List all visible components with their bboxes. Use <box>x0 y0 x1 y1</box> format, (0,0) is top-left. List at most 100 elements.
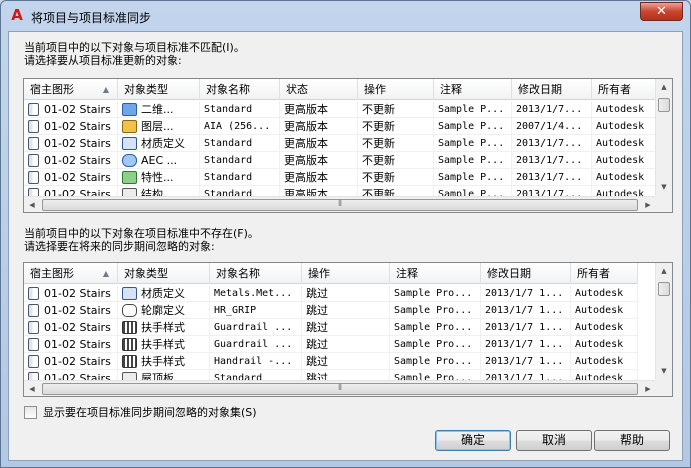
scroll-thumb[interactable]: ⦀ <box>42 383 638 395</box>
column-header[interactable]: 所有者 <box>592 79 656 100</box>
cell-note: Sample P... <box>434 118 512 134</box>
drawing-document-icon <box>28 170 39 184</box>
table-row[interactable]: 01-02 Stairs 特性... Standard 更高版本 不更新 Sample P… <box>24 169 656 186</box>
cell-name: Guardrail ... <box>210 319 302 335</box>
column-header[interactable]: 修改日期 <box>512 79 592 100</box>
cell-date: 2013/1/7... <box>512 169 592 185</box>
table-row[interactable]: 01-02 Stairs 材质定义 Standard 更高版本 不更新 Sample P.… <box>24 135 656 152</box>
horizontal-scrollbar[interactable]: ◀ ⦀ ▶ <box>24 380 656 396</box>
scroll-left-arrow-icon[interactable]: ◀ <box>24 381 40 396</box>
column-header[interactable]: 宿主图形 ▲ <box>24 79 118 100</box>
column-header[interactable]: 对象类型 <box>118 79 200 100</box>
scroll-right-arrow-icon[interactable]: ▶ <box>640 197 656 212</box>
cell-status: 更高版本 <box>280 118 358 134</box>
vertical-scrollbar[interactable]: ▲ ▼ <box>655 79 672 196</box>
cell-action: 不更新 <box>358 118 434 134</box>
cancel-button[interactable]: 取消 <box>516 430 592 451</box>
table-row[interactable]: 01-02 Stairs 材质定义 Metals.Met... 跳过 Sample Pr… <box>24 285 638 302</box>
table-row[interactable]: 01-02 Stairs 扶手样式 Guardrail ... 跳过 Sample Pr… <box>24 319 638 336</box>
cell-type: 图层... <box>118 118 200 134</box>
show-ignored-objects-checkbox[interactable] <box>24 405 37 419</box>
cell-note: Sample P... <box>434 135 512 151</box>
cell-text: Sample Pro... <box>394 305 473 316</box>
column-header[interactable]: 操作 <box>302 263 390 284</box>
cell-date: 2007/1/4... <box>512 118 592 134</box>
table-row[interactable]: 01-02 Stairs 图层... AIA (256... 更高版本 不更新 Sampl… <box>24 118 656 135</box>
show-ignored-objects-label: 显示要在项目标准同步期间忽略的对象集(S) <box>43 406 257 419</box>
scroll-down-arrow-icon[interactable]: ▼ <box>656 363 672 380</box>
cell-host: 01-02 Stairs <box>24 319 118 335</box>
title-bar[interactable]: A 将项目与项目标准同步 ✕ <box>1 1 690 31</box>
scroll-right-arrow-icon[interactable]: ▶ <box>640 381 656 396</box>
column-header[interactable]: 注释 <box>390 263 481 284</box>
cell-text: 扶手样式 <box>141 354 185 368</box>
cell-text: Metals.Met... <box>214 288 293 299</box>
column-header[interactable]: 状态 <box>280 79 358 100</box>
sort-ascending-icon: ▲ <box>102 85 109 94</box>
scroll-up-arrow-icon[interactable]: ▲ <box>656 263 672 280</box>
cell-type: 扶手样式 <box>118 336 210 352</box>
cell-name: Standard <box>200 169 280 185</box>
scroll-up-arrow-icon[interactable]: ▲ <box>656 79 672 96</box>
column-header[interactable]: 对象名称 <box>200 79 280 100</box>
column-header-label: 对象类型 <box>124 267 168 280</box>
table-row[interactable]: 01-02 Stairs 二维... Standard 更高版本 不更新 Sample P… <box>24 101 656 118</box>
show-ignored-objects-option[interactable]: 显示要在项目标准同步期间忽略的对象集(S) <box>24 404 257 420</box>
cell-text: 01-02 Stairs <box>44 320 111 334</box>
cell-date: 2013/1/7... <box>512 152 592 168</box>
cell-text: 2013/1/7 1... <box>485 288 564 299</box>
cell-text: 不更新 <box>362 154 395 167</box>
cell-text: Autodesk <box>575 356 624 367</box>
cell-owner: Autodesk <box>592 152 656 168</box>
scroll-thumb[interactable] <box>658 98 670 112</box>
missing-objects-grid[interactable]: 宿主图形 ▲ 对象类型 对象名称 操作 注释 修改日期 所有者 01-02 Stairs 材质定… <box>23 262 673 397</box>
column-header[interactable]: 所有者 <box>571 263 638 284</box>
cell-text: 更高版本 <box>284 103 328 116</box>
close-button[interactable]: ✕ <box>640 2 683 21</box>
column-header[interactable]: 注释 <box>434 79 512 100</box>
2d-style-icon <box>122 102 137 116</box>
cell-text: 不更新 <box>362 171 395 184</box>
table-row[interactable]: 01-02 Stairs 扶手样式 Guardrail ... 跳过 Sample Pr… <box>24 336 638 353</box>
cell-text: Guardrail ... <box>214 322 293 333</box>
horizontal-scrollbar[interactable]: ◀ ⦀ ▶ <box>24 196 656 212</box>
cell-text: Autodesk <box>575 288 624 299</box>
cell-text: Autodesk <box>596 155 645 166</box>
column-header-label: 注释 <box>440 83 462 96</box>
scroll-thumb[interactable] <box>658 282 670 296</box>
cell-text: 更高版本 <box>284 171 328 184</box>
table-row[interactable]: 01-02 Stairs 扶手样式 Handrail -... 跳过 Sample Pr… <box>24 353 638 370</box>
cell-text: Autodesk <box>596 121 645 132</box>
cell-text: Standard <box>204 172 253 183</box>
help-button[interactable]: 帮助 <box>594 430 670 451</box>
column-header[interactable]: 对象名称 <box>210 263 302 284</box>
cell-note: Sample Pro... <box>390 353 481 369</box>
scroll-down-arrow-icon[interactable]: ▼ <box>656 179 672 196</box>
cell-text: 跳过 <box>306 321 328 334</box>
cell-note: Sample P... <box>434 101 512 117</box>
cell-text: 不更新 <box>362 120 395 133</box>
column-header[interactable]: 对象类型 <box>118 263 210 284</box>
cell-text: 2013/1/7... <box>516 104 583 115</box>
cell-status: 更高版本 <box>280 152 358 168</box>
railing-icon <box>122 320 137 334</box>
vertical-scrollbar[interactable]: ▲ ▼ <box>655 263 672 380</box>
cell-text: HR_GRIP <box>214 305 257 316</box>
cell-owner: Autodesk <box>592 118 656 134</box>
column-header[interactable]: 宿主图形 ▲ <box>24 263 118 284</box>
cell-name: AIA (256... <box>200 118 280 134</box>
table-row[interactable]: 01-02 Stairs AEC ... Standard 更高版本 不更新 Sample… <box>24 152 656 169</box>
scroll-left-arrow-icon[interactable]: ◀ <box>24 197 40 212</box>
column-header-label: 修改日期 <box>487 267 531 280</box>
scroll-thumb[interactable]: ⦀ <box>42 199 638 211</box>
drawing-document-icon <box>28 354 39 368</box>
table-row[interactable]: 01-02 Stairs 轮廓定义 HR_GRIP 跳过 Sample Pro... 20… <box>24 302 638 319</box>
cell-owner: Autodesk <box>592 101 656 117</box>
column-header[interactable]: 修改日期 <box>481 263 571 284</box>
cell-text: 跳过 <box>306 355 328 368</box>
column-header[interactable]: 操作 <box>358 79 434 100</box>
mismatch-objects-grid[interactable]: 宿主图形 ▲ 对象类型 对象名称 状态 操作 注释 修改日期 所有者 01-02 Stairs 二… <box>23 78 673 213</box>
cell-text: 跳过 <box>306 338 328 351</box>
cell-text: 2013/1/7... <box>516 155 583 166</box>
ok-button[interactable]: 确定 <box>435 430 511 451</box>
